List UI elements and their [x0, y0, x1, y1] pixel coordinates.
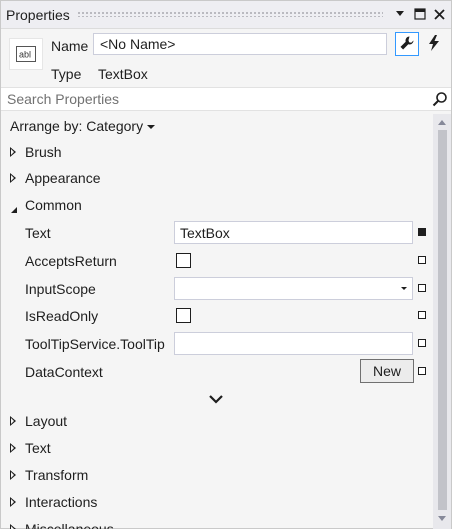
- expand-arrow-icon[interactable]: [10, 497, 16, 507]
- category-label: Text: [25, 440, 51, 456]
- property-marker[interactable]: [418, 311, 426, 319]
- close-icon[interactable]: [432, 7, 446, 21]
- arrange-by-dropdown[interactable]: Arrange by: Category: [1, 114, 433, 138]
- property-label: AcceptsReturn: [25, 253, 117, 269]
- dropdown-arrow-icon[interactable]: [393, 7, 407, 21]
- category-label: Layout: [25, 413, 68, 429]
- category-brush[interactable]: Brush: [1, 139, 433, 165]
- property-label: IsReadOnly: [25, 308, 99, 324]
- textbox-icon-text: abl: [19, 50, 31, 60]
- category-layout[interactable]: Layout: [1, 408, 433, 434]
- category-label: Common: [25, 197, 82, 213]
- expand-arrow-icon[interactable]: [10, 147, 16, 157]
- collapse-arrow-icon[interactable]: [10, 201, 18, 217]
- property-row-inputscope: InputScope: [1, 275, 433, 303]
- name-field[interactable]: <No Name>: [93, 33, 387, 55]
- type-label: Type: [51, 66, 82, 82]
- drag-grip[interactable]: [77, 11, 383, 17]
- property-row-acceptsreturn: AcceptsReturn: [1, 247, 433, 275]
- property-marker[interactable]: [418, 228, 426, 236]
- arrange-by-label: Arrange by: Category: [10, 118, 144, 134]
- property-row-text: Text TextBox: [1, 219, 433, 247]
- category-label: Interactions: [25, 494, 98, 510]
- property-label: Text: [25, 225, 51, 241]
- property-label: DataContext: [25, 364, 103, 380]
- textbox-icon: abl: [9, 38, 43, 70]
- property-label: ToolTipService.ToolTip: [25, 336, 165, 352]
- category-appearance[interactable]: Appearance: [1, 165, 433, 191]
- scrollbar-thumb[interactable]: [438, 130, 447, 510]
- expand-arrow-icon[interactable]: [10, 443, 16, 453]
- category-interactions[interactable]: Interactions: [1, 489, 433, 515]
- search-icon[interactable]: [432, 91, 448, 107]
- properties-button[interactable]: [395, 32, 419, 56]
- acceptsreturn-checkbox[interactable]: [176, 253, 191, 268]
- vertical-scrollbar[interactable]: [433, 114, 451, 529]
- tooltip-value-field[interactable]: [174, 332, 413, 355]
- chevron-down-icon: [401, 287, 407, 290]
- text-value-field[interactable]: TextBox: [174, 221, 413, 244]
- scroll-up-arrow-icon[interactable]: [438, 120, 446, 125]
- property-label: InputScope: [25, 281, 96, 297]
- expand-arrow-icon[interactable]: [10, 470, 16, 480]
- category-label: Appearance: [25, 170, 101, 186]
- category-text[interactable]: Text: [1, 435, 433, 461]
- property-marker[interactable]: [418, 367, 426, 375]
- wrench-icon: [399, 35, 415, 54]
- isreadonly-checkbox[interactable]: [176, 308, 191, 323]
- name-label: Name: [51, 38, 89, 54]
- element-header: abl Name <No Name> Type TextBox: [1, 30, 451, 86]
- panel-title: Properties: [6, 7, 70, 23]
- new-button[interactable]: New: [360, 359, 414, 383]
- inputscope-select[interactable]: [174, 277, 413, 300]
- property-marker[interactable]: [418, 284, 426, 292]
- property-row-tooltip: ToolTipService.ToolTip: [1, 330, 433, 358]
- category-miscellaneous[interactable]: Miscellaneous: [1, 516, 433, 529]
- property-row-datacontext: DataContext New: [1, 358, 433, 386]
- expand-arrow-icon[interactable]: [10, 416, 16, 426]
- events-button[interactable]: [422, 32, 446, 56]
- property-list: Brush Appearance Common Text TextBox Acc…: [1, 139, 433, 529]
- category-label: Miscellaneous: [25, 521, 114, 529]
- show-more-chevron-icon[interactable]: [208, 393, 224, 405]
- category-transform[interactable]: Transform: [1, 462, 433, 488]
- maximize-icon[interactable]: [413, 7, 427, 21]
- category-label: Brush: [25, 144, 62, 160]
- expand-arrow-icon[interactable]: [10, 173, 16, 183]
- category-common[interactable]: Common: [1, 192, 433, 218]
- property-marker[interactable]: [418, 256, 426, 264]
- scroll-down-arrow-icon[interactable]: [438, 516, 446, 521]
- title-bar[interactable]: Properties: [1, 1, 451, 29]
- lightning-icon: [428, 34, 440, 54]
- expand-arrow-icon[interactable]: [10, 524, 16, 529]
- search-box[interactable]: Search Properties: [1, 87, 451, 111]
- type-value: TextBox: [98, 66, 148, 82]
- search-input[interactable]: Search Properties: [7, 91, 119, 107]
- chevron-down-icon: [147, 125, 155, 129]
- category-label: Transform: [25, 467, 89, 483]
- property-marker[interactable]: [418, 339, 426, 347]
- properties-panel: Properties abl Name <No Name> Type TextB…: [0, 0, 452, 529]
- property-row-isreadonly: IsReadOnly: [1, 302, 433, 330]
